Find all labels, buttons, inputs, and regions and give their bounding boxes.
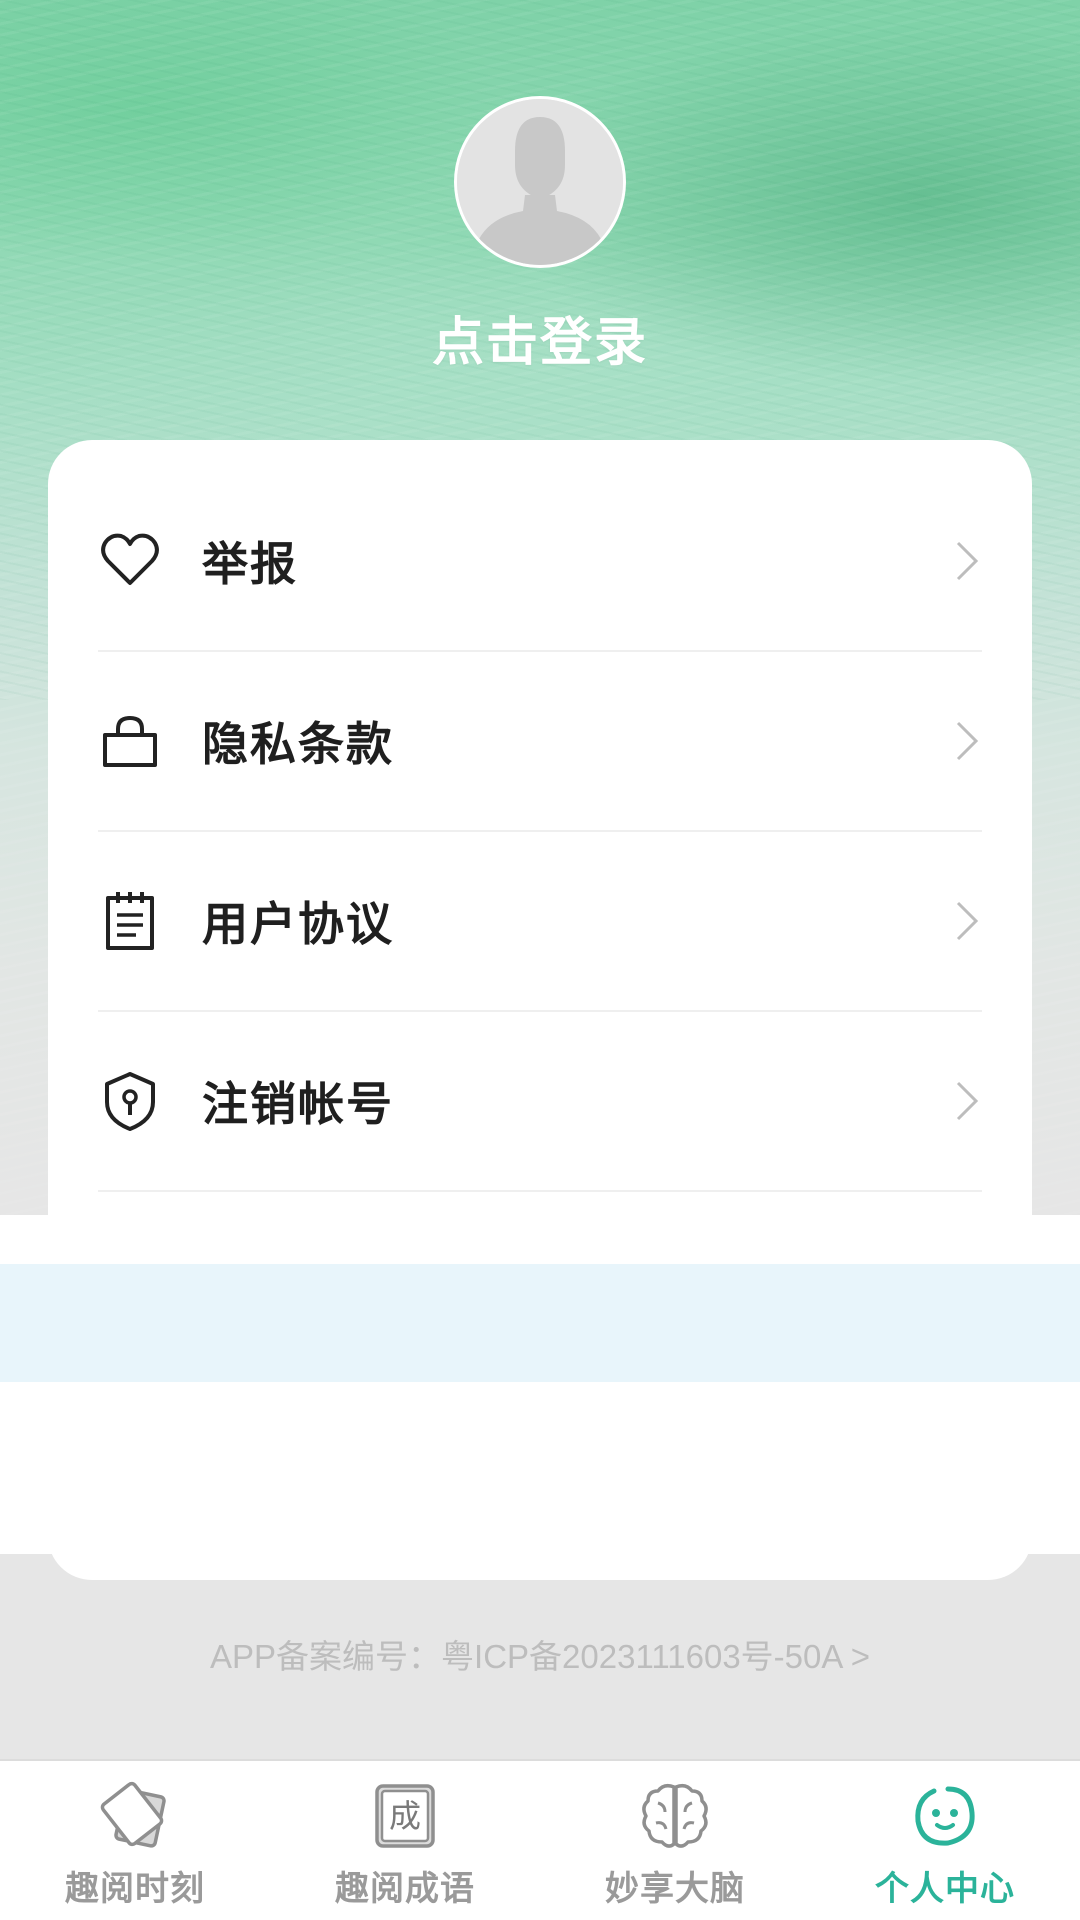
icp-filing-link[interactable]: APP备案编号：粤ICP备2023111603号-50A >: [0, 1630, 1080, 1678]
tab-label-brain: 妙享大脑: [605, 1869, 745, 1909]
menu-item-delete-account[interactable]: 注销帐号: [98, 1012, 982, 1192]
menu-label-user-agreement: 用户协议: [202, 897, 394, 951]
tab-idioms[interactable]: 成 趣阅成语: [270, 1761, 540, 1920]
svg-text:成: 成: [389, 1797, 421, 1835]
avatar[interactable]: [454, 96, 626, 268]
shield-keyhole-icon: [98, 1069, 162, 1133]
notepad-icon: [98, 889, 162, 953]
tab-label-idioms: 趣阅成语: [335, 1869, 475, 1909]
smiley-icon: [908, 1779, 982, 1853]
profile-page: 点击登录 举报 隐私条款 用户协议 注销帐号 APP备案编号：粤ICP备2023…: [0, 0, 1080, 1920]
tab-reading-moments[interactable]: 趣阅时刻: [0, 1761, 270, 1920]
heart-icon: [98, 529, 162, 593]
highlight-band: [0, 1264, 1080, 1382]
cards-icon: [98, 1779, 172, 1853]
tab-brain[interactable]: 妙享大脑: [540, 1761, 810, 1920]
idiom-icon: 成: [368, 1779, 442, 1853]
default-avatar-icon: [457, 99, 623, 265]
login-prompt[interactable]: 点击登录: [0, 300, 1080, 375]
bottom-tab-bar: 趣阅时刻 成 趣阅成语 妙享大脑 个人中心: [0, 1759, 1080, 1920]
chevron-right-icon: [952, 897, 982, 945]
tab-profile[interactable]: 个人中心: [810, 1761, 1080, 1920]
bag-icon: [98, 709, 162, 773]
menu-label-privacy: 隐私条款: [202, 717, 394, 771]
menu-card-bottom: [48, 1520, 1032, 1580]
chevron-right-icon: [952, 537, 982, 585]
menu-item-user-agreement[interactable]: 用户协议: [98, 832, 982, 1012]
tab-label-reading-moments: 趣阅时刻: [65, 1869, 205, 1909]
brain-icon: [638, 1779, 712, 1853]
menu-item-report[interactable]: 举报: [98, 472, 982, 652]
chevron-right-icon: [952, 717, 982, 765]
menu-item-privacy[interactable]: 隐私条款: [98, 652, 982, 832]
card-body-band: [0, 1215, 1080, 1264]
chevron-right-icon: [952, 1077, 982, 1125]
menu-label-report: 举报: [202, 537, 298, 591]
tab-label-profile: 个人中心: [875, 1869, 1015, 1909]
menu-label-delete-account: 注销帐号: [202, 1077, 394, 1131]
